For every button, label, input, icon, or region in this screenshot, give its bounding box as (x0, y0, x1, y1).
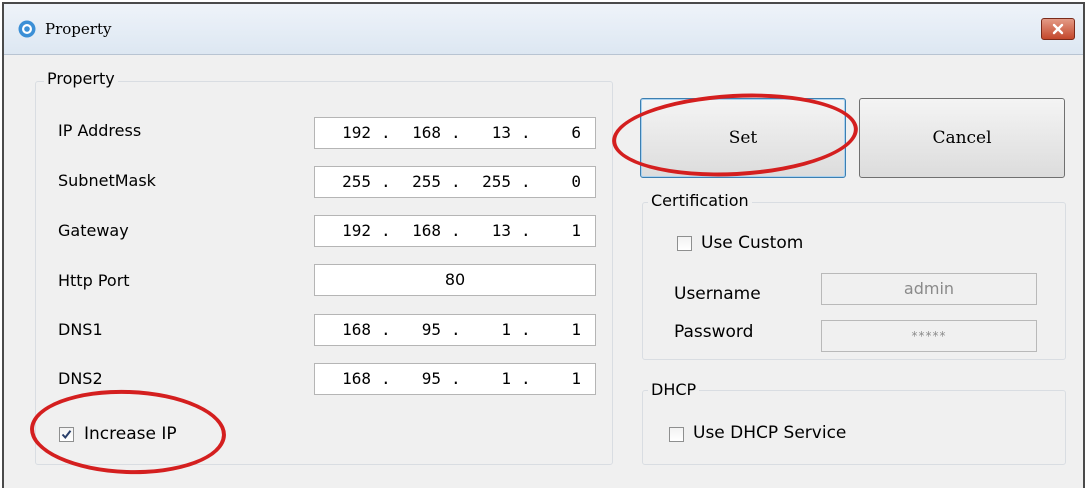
property-window: Property Property IP Address 192 . 168 .… (2, 2, 1085, 488)
octet[interactable]: 1 (539, 364, 581, 394)
use-dhcp-label[interactable]: Use DHCP Service (693, 423, 846, 443)
octet[interactable]: 255 (329, 167, 371, 197)
dhcp-group-label: DHCP (648, 380, 700, 399)
cancel-button[interactable]: Cancel (859, 98, 1065, 178)
set-button[interactable]: Set (640, 98, 846, 178)
octet[interactable]: 168 (329, 315, 371, 345)
gateway-field[interactable]: 192 . 168 . 13 . 1 (314, 215, 596, 247)
http-port-label: Http Port (58, 271, 130, 290)
octet[interactable]: 95 (399, 315, 441, 345)
checkmark-icon (61, 430, 72, 440)
password-field[interactable]: ***** (821, 320, 1037, 352)
set-button-label: Set (728, 128, 758, 148)
app-circle-icon (17, 19, 37, 39)
dns1-field[interactable]: 168 . 95 . 1 . 1 (314, 314, 596, 346)
subnet-mask-label: SubnetMask (58, 171, 156, 190)
octet[interactable]: 95 (399, 364, 441, 394)
octet[interactable]: 13 (469, 118, 511, 148)
octet[interactable]: 168 (399, 216, 441, 246)
gateway-label: Gateway (58, 221, 129, 240)
property-group-label: Property (44, 69, 118, 88)
ip-address-label: IP Address (58, 121, 142, 140)
octet[interactable]: 255 (399, 167, 441, 197)
close-button[interactable] (1041, 18, 1075, 40)
close-x-icon (1052, 23, 1064, 35)
dns1-label: DNS1 (58, 320, 103, 339)
dns2-label: DNS2 (58, 369, 103, 388)
octet[interactable]: 6 (539, 118, 581, 148)
certification-group-label: Certification (648, 191, 752, 210)
ip-address-field[interactable]: 192 . 168 . 13 . 6 (314, 117, 596, 149)
octet[interactable]: 168 (329, 364, 371, 394)
cancel-button-label: Cancel (932, 128, 992, 148)
octet[interactable]: 1 (469, 364, 511, 394)
increase-ip-checkbox[interactable] (59, 427, 74, 442)
dns2-field[interactable]: 168 . 95 . 1 . 1 (314, 363, 596, 395)
username-field[interactable]: admin (821, 273, 1037, 305)
octet[interactable]: 1 (469, 315, 511, 345)
octet[interactable]: 192 (329, 216, 371, 246)
use-custom-label[interactable]: Use Custom (701, 233, 803, 253)
use-custom-checkbox[interactable] (677, 236, 692, 251)
octet[interactable]: 1 (539, 216, 581, 246)
use-dhcp-checkbox[interactable] (669, 427, 684, 442)
window-title: Property (45, 20, 112, 38)
octet[interactable]: 0 (539, 167, 581, 197)
octet[interactable]: 1 (539, 315, 581, 345)
octet[interactable]: 168 (399, 118, 441, 148)
password-label: Password (674, 322, 754, 342)
octet[interactable]: 13 (469, 216, 511, 246)
octet[interactable]: 192 (329, 118, 371, 148)
http-port-field[interactable]: 80 (314, 264, 596, 296)
title-bar: Property (4, 4, 1083, 55)
username-label: Username (674, 284, 761, 304)
subnet-mask-field[interactable]: 255 . 255 . 255 . 0 (314, 166, 596, 198)
octet[interactable]: 255 (469, 167, 511, 197)
increase-ip-label[interactable]: Increase IP (84, 424, 177, 444)
